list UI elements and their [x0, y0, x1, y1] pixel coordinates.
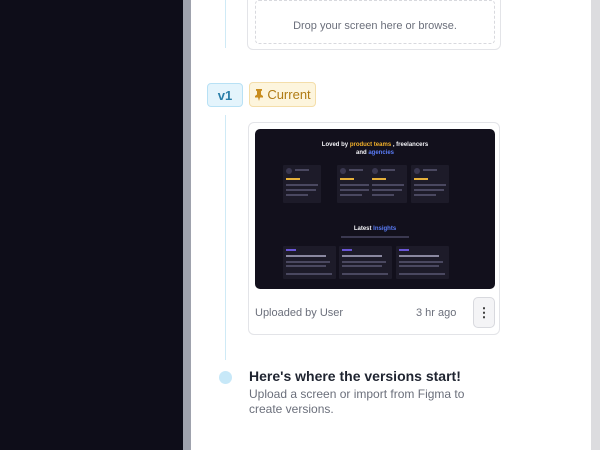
version-card[interactable]: Loved by product teams , freelancers and…: [248, 122, 500, 335]
version-badge: v1: [207, 83, 243, 107]
upload-time: 3 hr ago: [416, 307, 457, 319]
empty-state-subtitle: Upload a screen or import from Figma to …: [249, 387, 465, 416]
timeline-start-dot: [219, 371, 232, 384]
timeline-line: [225, 0, 226, 48]
thumbnail-section-title: Latest Insights: [353, 226, 397, 232]
timeline-line: [225, 115, 226, 360]
thumbnail-insight-card: [396, 246, 449, 279]
empty-state-title: Here's where the versions start!: [249, 368, 461, 384]
dropzone-text[interactable]: Drop your screen here or browse.: [255, 0, 495, 44]
background-app-area: [0, 0, 183, 450]
current-badge: Current: [249, 82, 316, 107]
thumbnail-subtitle-line: [341, 236, 409, 238]
thumbnail-insight-card: [339, 246, 392, 279]
more-vertical-icon: ⋮: [477, 304, 491, 320]
current-label: Current: [267, 87, 311, 102]
thumbnail-insight-card: [283, 246, 336, 279]
pin-icon: [254, 88, 264, 101]
thumbnail-testimonial-card: [369, 165, 407, 203]
version-thumbnail[interactable]: Loved by product teams , freelancers and…: [255, 129, 495, 289]
upload-dropzone[interactable]: Drop your screen here or browse.: [247, 0, 501, 50]
more-options-button[interactable]: ⋮: [473, 297, 495, 328]
thumbnail-testimonial-card: [283, 165, 321, 203]
scrollbar-track[interactable]: [591, 0, 600, 450]
thumbnail-heading: Loved by product teams , freelancers and…: [321, 142, 429, 156]
panel-divider: [183, 0, 191, 450]
uploaded-by-label: Uploaded by User: [255, 307, 344, 319]
thumbnail-testimonial-card: [411, 165, 449, 203]
